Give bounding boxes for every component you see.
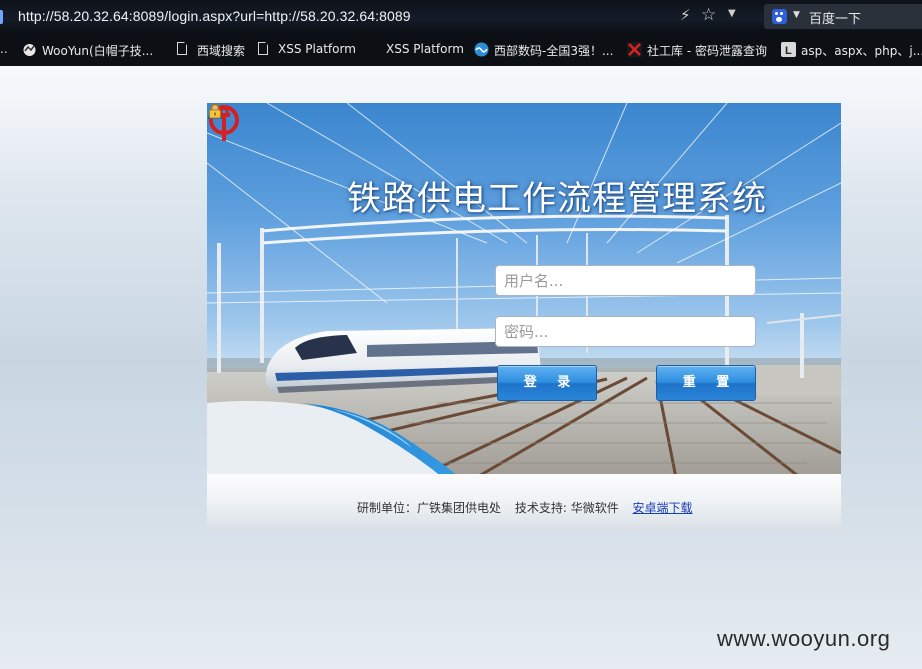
- chevron-down-icon[interactable]: ▼: [728, 8, 736, 19]
- support-text: 技术支持: 华微软件: [514, 501, 619, 515]
- page-file-icon: [177, 42, 191, 57]
- search-engine-dropdown-icon[interactable]: ▼: [793, 10, 800, 20]
- bookmark-xiyu-search[interactable]: 西域搜索: [197, 42, 245, 59]
- wooyun-icon: [22, 42, 36, 57]
- railway-background-image: 铁路供电工作流程管理系统 登 录 重 置: [207, 103, 841, 483]
- bookmark-asp[interactable]: asp、aspx、php、j...: [801, 42, 922, 59]
- site-identity-icon[interactable]: [0, 10, 3, 24]
- letter-l-icon: L: [781, 42, 796, 57]
- bookmark-star-icon[interactable]: ☆: [701, 5, 716, 25]
- baidu-paw-icon[interactable]: [772, 9, 787, 24]
- bookmark-xss-platform-2[interactable]: XSS Platform: [386, 42, 464, 56]
- reset-button[interactable]: 重 置: [656, 365, 756, 401]
- watermark: www.wooyun.org: [717, 626, 891, 651]
- page-file-icon: [258, 42, 272, 57]
- system-title: 铁路供电工作流程管理系统: [347, 179, 767, 219]
- lock-icon: [209, 103, 221, 119]
- password-input[interactable]: [495, 316, 756, 347]
- search-engine-box[interactable]: ▼ 百度一下: [764, 4, 922, 29]
- login-button[interactable]: 登 录: [497, 365, 597, 401]
- lightning-icon[interactable]: ⚡: [680, 6, 691, 24]
- bookmarks-bar: .. WooYun(白帽子技... 西域搜索 XSS Platform XSS …: [0, 34, 922, 66]
- address-bar[interactable]: http://58.20.32.64:8089/login.aspx?url=h…: [18, 8, 411, 24]
- login-panel: 铁路供电工作流程管理系统 登 录 重 置 研制单位：广铁集团供电处 技术支持: …: [207, 103, 841, 532]
- username-input[interactable]: [495, 265, 756, 296]
- bookmark-west-digital[interactable]: 西部数码-全国3强！...: [494, 42, 613, 59]
- bookmark-wooyun[interactable]: WooYun(白帽子技...: [42, 42, 153, 59]
- footer-info: 研制单位：广铁集团供电处 技术支持: 华微软件 安卓端下载: [357, 499, 693, 516]
- sgk-icon: [627, 42, 642, 57]
- bookmarks-overflow-indicator[interactable]: ..: [0, 42, 8, 56]
- svg-text:L: L: [785, 45, 792, 57]
- developer-text: 研制单位：广铁集团供电处: [357, 501, 502, 515]
- west-digital-icon: [474, 42, 489, 57]
- bookmark-xss-platform-1[interactable]: XSS Platform: [278, 42, 356, 56]
- search-engine-label[interactable]: 百度一下: [809, 8, 861, 27]
- android-download-link[interactable]: 安卓端下载: [633, 501, 693, 515]
- browser-toolbar: http://58.20.32.64:8089/login.aspx?url=h…: [0, 0, 922, 34]
- bookmark-sgk[interactable]: 社工库 - 密码泄露查询: [647, 42, 767, 59]
